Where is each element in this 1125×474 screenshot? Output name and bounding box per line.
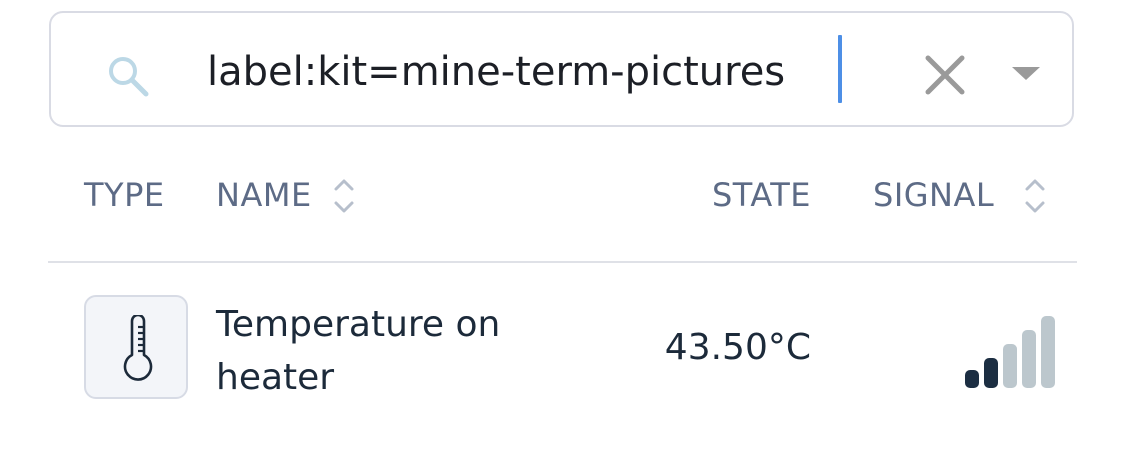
signal-bar	[984, 358, 998, 388]
type-badge	[84, 295, 188, 399]
text-caret	[838, 35, 842, 103]
column-header-name[interactable]: NAME	[216, 175, 312, 215]
column-header-signal[interactable]: SIGNAL	[873, 175, 994, 215]
row-name: Temperature on heater	[216, 304, 501, 398]
search-icon	[109, 57, 149, 97]
column-header-state: STATE	[711, 176, 811, 214]
thermometer-icon	[123, 315, 153, 381]
table-row[interactable]: Temperature on heater 43.50°C	[48, 264, 1077, 424]
caret-down-icon[interactable]	[1006, 58, 1046, 88]
signal-bar	[965, 370, 979, 388]
signal-bar	[1003, 344, 1017, 388]
signal-bar	[1022, 330, 1036, 388]
row-state: 43.50°C	[664, 327, 811, 368]
sort-icon[interactable]	[1023, 176, 1047, 216]
close-icon[interactable]	[916, 46, 974, 104]
app-root: TYPE NAME STATE SIGNAL Temperature on he…	[0, 0, 1125, 474]
signal-bar	[1041, 316, 1055, 388]
column-header-type: TYPE	[84, 176, 165, 214]
header-divider	[48, 261, 1077, 263]
signal-strength-icon	[965, 316, 1055, 388]
sort-icon[interactable]	[332, 176, 356, 216]
search-input[interactable]	[207, 40, 847, 104]
